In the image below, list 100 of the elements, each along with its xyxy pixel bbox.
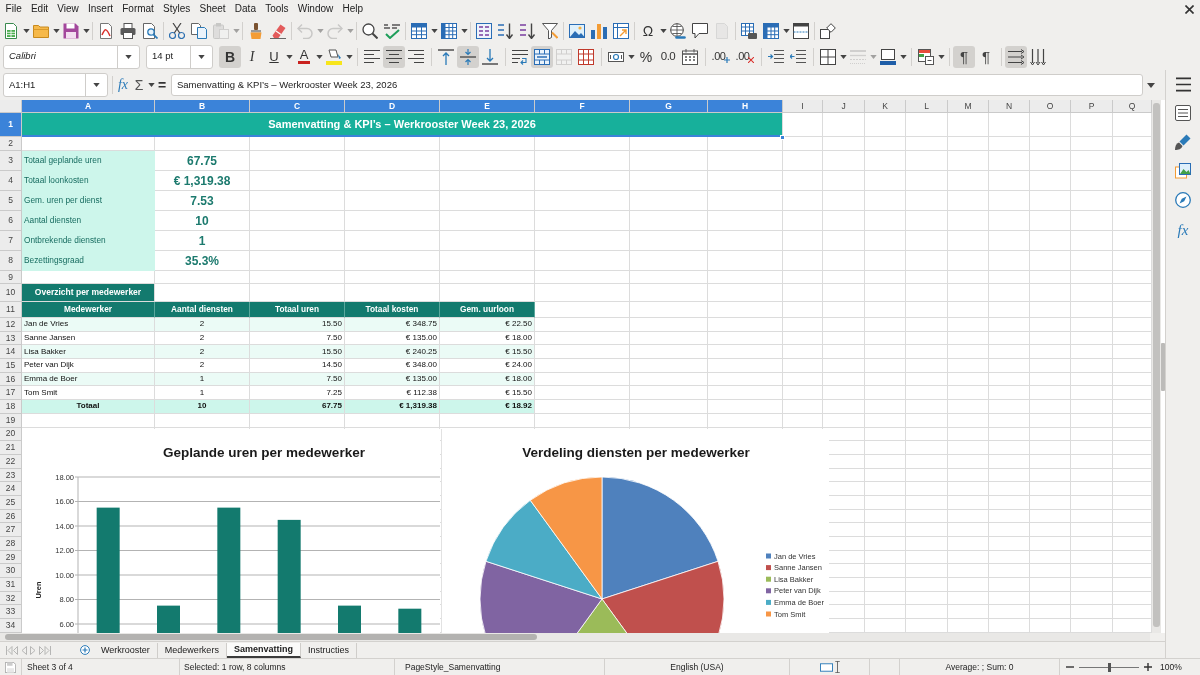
caret-icon[interactable] <box>93 83 100 87</box>
right-to-left-button[interactable]: ¶ <box>975 45 997 68</box>
sheet-tab[interactable]: Samenvatting <box>226 642 301 658</box>
menu-item[interactable]: View <box>52 1 84 17</box>
column-header[interactable]: C <box>250 100 345 113</box>
caret-icon[interactable] <box>782 28 790 33</box>
row-header[interactable]: 33 <box>0 605 22 620</box>
table-header-icon[interactable] <box>763 22 779 39</box>
row-header[interactable]: 18 <box>0 400 22 414</box>
menu-item[interactable]: Data <box>230 1 261 17</box>
sum-button[interactable]: Σ <box>131 74 147 96</box>
caret-icon[interactable] <box>1146 82 1155 88</box>
column-header[interactable]: M <box>948 100 989 113</box>
column-header[interactable]: L <box>906 100 948 113</box>
menu-icon[interactable] <box>1175 77 1191 92</box>
fill-handle[interactable] <box>780 135 785 140</box>
row-header[interactable]: 17 <box>0 386 22 401</box>
underline-button[interactable]: U <box>263 45 285 68</box>
column-header[interactable]: O <box>1030 100 1071 113</box>
caret-icon[interactable] <box>659 28 667 33</box>
table-column-icon[interactable] <box>441 22 457 39</box>
zoom-percent[interactable]: 100% <box>1160 660 1182 674</box>
row-header[interactable]: 27 <box>0 523 22 537</box>
close-icon[interactable] <box>1185 4 1194 14</box>
formula-button[interactable]: = <box>155 74 169 96</box>
left-to-right-button[interactable]: ¶ <box>953 45 975 68</box>
menu-item[interactable]: Format <box>117 1 159 17</box>
slider-thumb[interactable] <box>1107 662 1111 672</box>
font-size-field[interactable]: 14 pt <box>146 44 213 69</box>
skip-start-icon[interactable] <box>6 645 18 655</box>
scrollbar-thumb[interactable] <box>5 634 537 640</box>
row-header[interactable]: 31 <box>0 578 22 592</box>
row-header[interactable]: 28 <box>0 537 22 551</box>
pictures-icon[interactable] <box>1175 163 1191 179</box>
menu-item[interactable]: Insert <box>83 1 118 17</box>
column-header[interactable]: D <box>345 100 440 113</box>
caret-icon[interactable] <box>198 54 205 59</box>
caret-icon[interactable] <box>937 54 945 59</box>
globe-link-icon[interactable] <box>670 22 686 39</box>
row-header[interactable]: 6 <box>0 211 22 231</box>
name-box[interactable]: A1:H1 <box>3 73 108 97</box>
column-header[interactable]: J <box>823 100 865 113</box>
align-top-icon[interactable] <box>438 48 454 65</box>
caret-icon[interactable] <box>315 54 323 59</box>
function-wizard-button[interactable]: fx <box>115 74 131 96</box>
row-header[interactable]: 15 <box>0 359 22 373</box>
align-center-button[interactable] <box>383 45 405 68</box>
row-header[interactable]: 24 <box>0 482 22 496</box>
indent-icon[interactable] <box>768 48 784 65</box>
caret-icon[interactable] <box>22 28 30 33</box>
row-header[interactable]: 4 <box>0 171 22 191</box>
scissors-icon[interactable] <box>169 22 185 39</box>
special-character-button[interactable]: Ω <box>637 19 659 42</box>
outdent-icon[interactable] <box>790 48 806 65</box>
sort-icon[interactable] <box>476 22 492 39</box>
caret-icon[interactable] <box>82 28 90 33</box>
column-header[interactable]: F <box>535 100 630 113</box>
percent-button[interactable]: % <box>635 45 657 68</box>
border-color-icon[interactable] <box>880 48 896 65</box>
bold-button[interactable]: B <box>219 45 241 68</box>
column-header[interactable]: G <box>630 100 708 113</box>
column-header[interactable]: B <box>155 100 250 113</box>
row-header[interactable]: 11 <box>0 302 22 318</box>
table-row-icon[interactable] <box>411 22 427 39</box>
funnel-icon[interactable] <box>542 22 558 39</box>
row-header[interactable]: 7 <box>0 231 22 251</box>
pdf-document-icon[interactable] <box>98 22 114 39</box>
colored-cells-icon[interactable] <box>918 48 934 65</box>
column-header[interactable]: K <box>865 100 906 113</box>
row-header[interactable]: 8 <box>0 251 22 271</box>
highlighter-icon[interactable] <box>326 48 342 65</box>
row-header[interactable]: 2 <box>0 137 22 151</box>
add-decimal-button[interactable]: .00 <box>709 45 733 68</box>
formula-input-field[interactable]: Samenvatting & KPI’s – Werkrooster Week 23, 2026 <box>171 74 1143 96</box>
document-magnifier-icon[interactable] <box>142 22 158 39</box>
properties-icon[interactable] <box>1175 105 1191 121</box>
row-header[interactable]: 14 <box>0 345 22 360</box>
menu-item[interactable]: Styles <box>158 1 195 17</box>
image-icon[interactable] <box>569 22 585 39</box>
plus-icon[interactable] <box>1144 663 1152 671</box>
italic-button[interactable]: I <box>241 45 263 68</box>
functions-button[interactable]: fx <box>1172 221 1194 239</box>
caret-icon[interactable] <box>125 54 132 59</box>
align-left-icon[interactable] <box>364 48 380 65</box>
caret-icon[interactable] <box>839 54 847 59</box>
column-header[interactable]: I <box>783 100 823 113</box>
speech-bubble-icon[interactable] <box>692 22 708 39</box>
wrap-text-icon[interactable] <box>512 48 528 65</box>
menu-item[interactable]: Sheet <box>194 1 231 17</box>
table-grid-icon[interactable] <box>578 48 594 65</box>
column-header[interactable]: E <box>440 100 535 113</box>
delete-decimal-button[interactable]: .00 <box>733 45 757 68</box>
spellcheck-icon[interactable] <box>384 22 400 39</box>
sheet-tab[interactable]: Medewerkers <box>157 642 227 658</box>
printer-icon[interactable] <box>120 22 136 39</box>
sheet-tab[interactable]: Instructies <box>300 642 357 658</box>
minus-icon[interactable] <box>1066 663 1074 671</box>
arrows-down-icon[interactable] <box>1030 48 1046 65</box>
caret-icon[interactable] <box>627 54 635 59</box>
caret-icon[interactable] <box>430 28 438 33</box>
